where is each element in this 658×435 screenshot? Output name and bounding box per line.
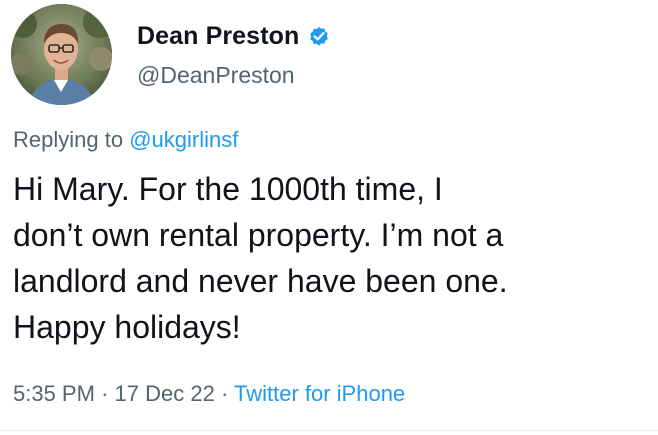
replying-prefix: Replying to — [13, 127, 124, 152]
tweet-date[interactable]: 17 Dec 22 — [115, 381, 215, 406]
tweet-meta: 5:35 PM · 17 Dec 22 · Twitter for iPhone — [13, 381, 405, 407]
verified-badge-icon — [307, 24, 331, 48]
profile-photo-icon — [11, 4, 112, 105]
tweet-text: Hi Mary. For the 1000th time, I don’t ow… — [13, 166, 653, 350]
divider — [0, 430, 658, 431]
meta-separator: · — [220, 381, 229, 406]
tweet-line: Hi Mary. For the 1000th time, I — [13, 171, 443, 207]
tweet-line: landlord and never have been one. — [13, 263, 508, 299]
tweet-card: Dean Preston @DeanPreston Replying to @u… — [0, 0, 658, 435]
meta-separator: · — [101, 381, 109, 406]
replying-to: Replying to @ukgirlinsf — [13, 127, 238, 153]
tweet-line: Happy holidays! — [13, 309, 241, 345]
tweet-time[interactable]: 5:35 PM — [13, 381, 95, 406]
avatar[interactable] — [11, 4, 112, 105]
author-name-row: Dean Preston — [137, 19, 331, 53]
tweet-line: don’t own rental property. I’m not a — [13, 217, 504, 253]
display-name[interactable]: Dean Preston — [137, 22, 299, 51]
tweet-source-link[interactable]: Twitter for iPhone — [234, 381, 405, 406]
reply-mention-link[interactable]: @ukgirlinsf — [129, 127, 238, 152]
user-handle[interactable]: @DeanPreston — [137, 62, 295, 89]
